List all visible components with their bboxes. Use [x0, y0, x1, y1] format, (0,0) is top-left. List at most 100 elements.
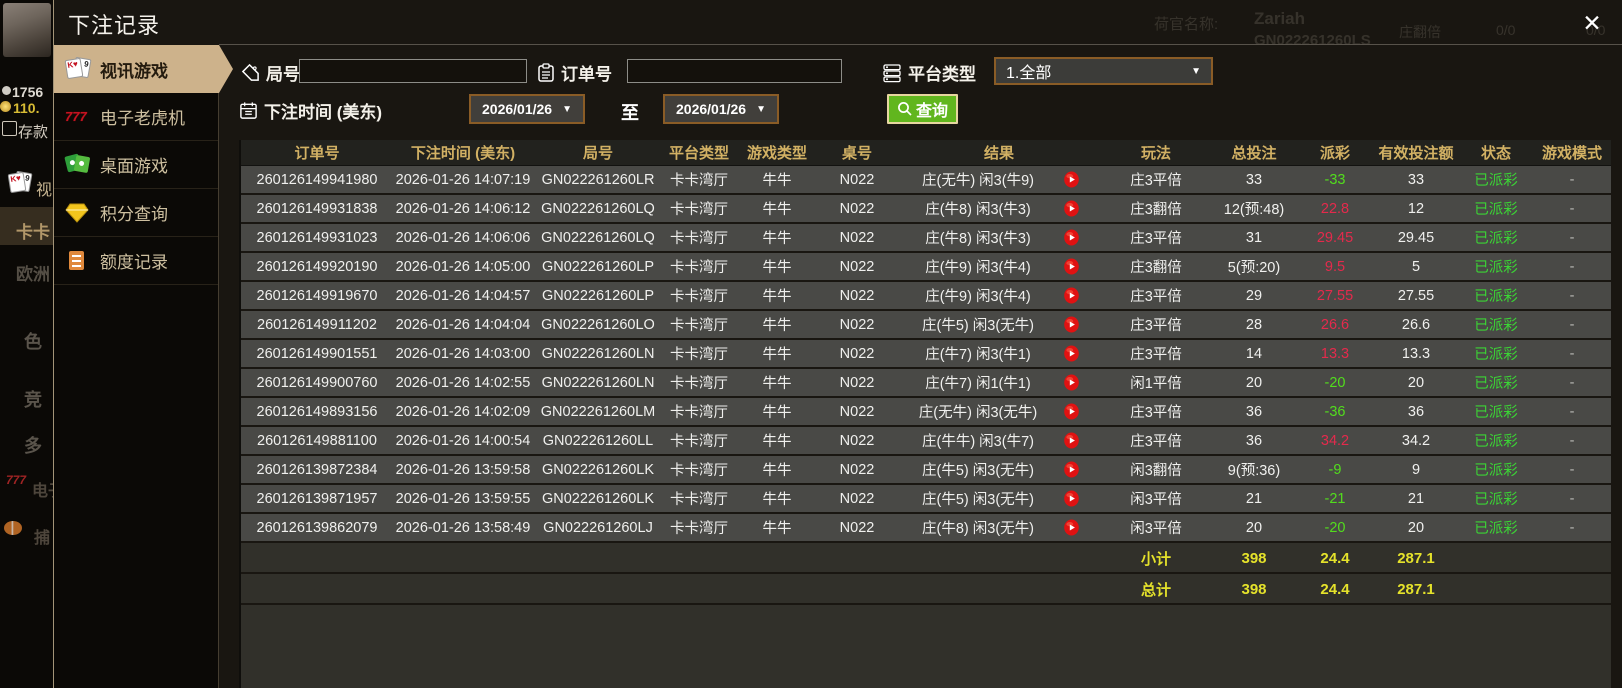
sidebar-item-label: 积分查询 — [100, 200, 168, 225]
header-game-mode: 游戏模式 — [1531, 140, 1613, 165]
header-total-bet: 总投注 — [1209, 140, 1299, 165]
cell-table-no: N022 — [819, 282, 895, 309]
sidebar-item-points[interactable]: 积分查询 — [54, 189, 218, 237]
cell-round-id: GN022261260LR — [533, 166, 663, 193]
cell-bet-time: 2026-01-26 14:04:04 — [393, 311, 533, 338]
total-row-cell — [1531, 576, 1613, 603]
query-button[interactable]: 查询 — [887, 94, 958, 124]
cell-valid-bet: 20 — [1371, 514, 1461, 541]
cell-order-id: 260126149931023 — [241, 224, 393, 251]
replay-icon[interactable] — [1063, 258, 1080, 275]
sidebar-item-table-games[interactable]: 桌面游戏 — [54, 141, 218, 189]
bet-time-label: 下注时间 (美东) — [239, 98, 382, 123]
replay-icon[interactable] — [1063, 374, 1080, 391]
replay-icon[interactable] — [1063, 403, 1080, 420]
search-icon — [897, 101, 913, 117]
header-table-no: 桌号 — [819, 140, 895, 165]
cell-game-mode: - — [1531, 456, 1613, 483]
sidebar-item-video-games[interactable]: 9K♥ 视讯游戏 — [54, 45, 233, 93]
cell-bet-time: 2026-01-26 14:02:55 — [393, 369, 533, 396]
cell-platform-type: 卡卡湾厅 — [663, 224, 735, 251]
round-input[interactable] — [299, 59, 527, 83]
cell-play-type: 庄3平倍 — [1103, 311, 1209, 338]
sidebar-item-quota-records[interactable]: 额度记录 — [54, 237, 218, 285]
header-payout: 派彩 — [1299, 140, 1371, 165]
table-row: 2601261398719572026-01-26 13:59:55GN0222… — [241, 485, 1611, 514]
cell-total-bet: 31 — [1209, 224, 1299, 251]
cell-play-type: 庄3翻倍 — [1103, 253, 1209, 280]
lobby-text: 1756 — [12, 84, 43, 100]
replay-icon[interactable] — [1063, 171, 1080, 188]
table-row: 2601261499007602026-01-26 14:02:55GN0222… — [241, 369, 1611, 398]
lobby-text: 欧洲 — [16, 260, 50, 285]
subtotal-row-cell — [819, 545, 895, 572]
cell-game-mode: - — [1531, 224, 1613, 251]
date-from-select[interactable]: 2026/01/26 ▼ — [469, 94, 585, 124]
cell-play-type: 闲3平倍 — [1103, 514, 1209, 541]
subtotal-row-cell: 398 — [1209, 545, 1299, 572]
cell-total-bet: 21 — [1209, 485, 1299, 512]
cell-play-type: 庄3平倍 — [1103, 166, 1209, 193]
slots-icon: 777 — [6, 473, 26, 487]
cell-order-id: 260126149900760 — [241, 369, 393, 396]
cell-game-mode: - — [1531, 340, 1613, 367]
cell-platform-type: 卡卡湾厅 — [663, 514, 735, 541]
result-text: 庄(牛8) 闲3(牛3) — [901, 227, 1055, 248]
replay-icon[interactable] — [1063, 229, 1080, 246]
cell-status: 已派彩 — [1461, 224, 1531, 251]
cell-game-type: 牛牛 — [735, 456, 819, 483]
cell-order-id: 260126149881100 — [241, 427, 393, 454]
cell-table-no: N022 — [819, 311, 895, 338]
table-row: 2601261499196702026-01-26 14:04:57GN0222… — [241, 282, 1611, 311]
cell-order-id: 260126149911202 — [241, 311, 393, 338]
header-bet-time: 下注时间 (美东) — [393, 140, 533, 165]
cell-round-id: GN022261260LN — [533, 340, 663, 367]
subtotal-row-cell — [895, 545, 1103, 572]
cell-payout: -21 — [1299, 485, 1371, 512]
cell-status: 已派彩 — [1461, 311, 1531, 338]
cell-bet-time: 2026-01-26 14:04:57 — [393, 282, 533, 309]
cell-play-type: 闲3翻倍 — [1103, 456, 1209, 483]
diamond-icon — [65, 200, 91, 226]
replay-icon[interactable] — [1063, 316, 1080, 333]
date-to-select[interactable]: 2026/01/26 ▼ — [663, 94, 779, 124]
cell-valid-bet: 26.6 — [1371, 311, 1461, 338]
close-icon[interactable]: ✕ — [1578, 9, 1606, 37]
platform-select[interactable]: 1.全部 ▼ — [994, 57, 1213, 85]
cell-order-id: 260126149919670 — [241, 282, 393, 309]
replay-icon[interactable] — [1063, 200, 1080, 217]
cell-valid-bet: 12 — [1371, 195, 1461, 222]
header-order-id: 订单号 — [241, 140, 393, 165]
cell-round-id: GN022261260LP — [533, 253, 663, 280]
cell-bet-time: 2026-01-26 14:06:06 — [393, 224, 533, 251]
chevron-down-icon: ▼ — [562, 104, 572, 115]
cell-game-mode: - — [1531, 485, 1613, 512]
cell-status: 已派彩 — [1461, 369, 1531, 396]
platform-label: 平台类型 — [882, 60, 976, 85]
replay-icon[interactable] — [1063, 432, 1080, 449]
replay-icon[interactable] — [1063, 345, 1080, 362]
cell-table-no: N022 — [819, 340, 895, 367]
replay-icon[interactable] — [1063, 461, 1080, 478]
cell-status: 已派彩 — [1461, 427, 1531, 454]
cell-valid-bet: 27.55 — [1371, 282, 1461, 309]
cell-platform-type: 卡卡湾厅 — [663, 369, 735, 396]
cell-game-mode: - — [1531, 195, 1613, 222]
cell-game-type: 牛牛 — [735, 195, 819, 222]
cell-table-no: N022 — [819, 224, 895, 251]
total-row-cell: 287.1 — [1371, 576, 1461, 603]
replay-icon[interactable] — [1063, 519, 1080, 536]
clipboard-icon — [537, 63, 555, 83]
cell-table-no: N022 — [819, 514, 895, 541]
cell-total-bet: 36 — [1209, 427, 1299, 454]
cell-game-type: 牛牛 — [735, 369, 819, 396]
sidebar-item-slots[interactable]: 777 电子老虎机 — [54, 93, 218, 141]
cell-platform-type: 卡卡湾厅 — [663, 195, 735, 222]
replay-icon[interactable] — [1063, 287, 1080, 304]
cell-valid-bet: 20 — [1371, 369, 1461, 396]
cell-platform-type: 卡卡湾厅 — [663, 456, 735, 483]
replay-icon[interactable] — [1063, 490, 1080, 507]
order-input[interactable] — [627, 59, 842, 83]
cell-result: 庄(无牛) 闲3(无牛) — [895, 398, 1103, 425]
cell-play-type: 庄3平倍 — [1103, 282, 1209, 309]
